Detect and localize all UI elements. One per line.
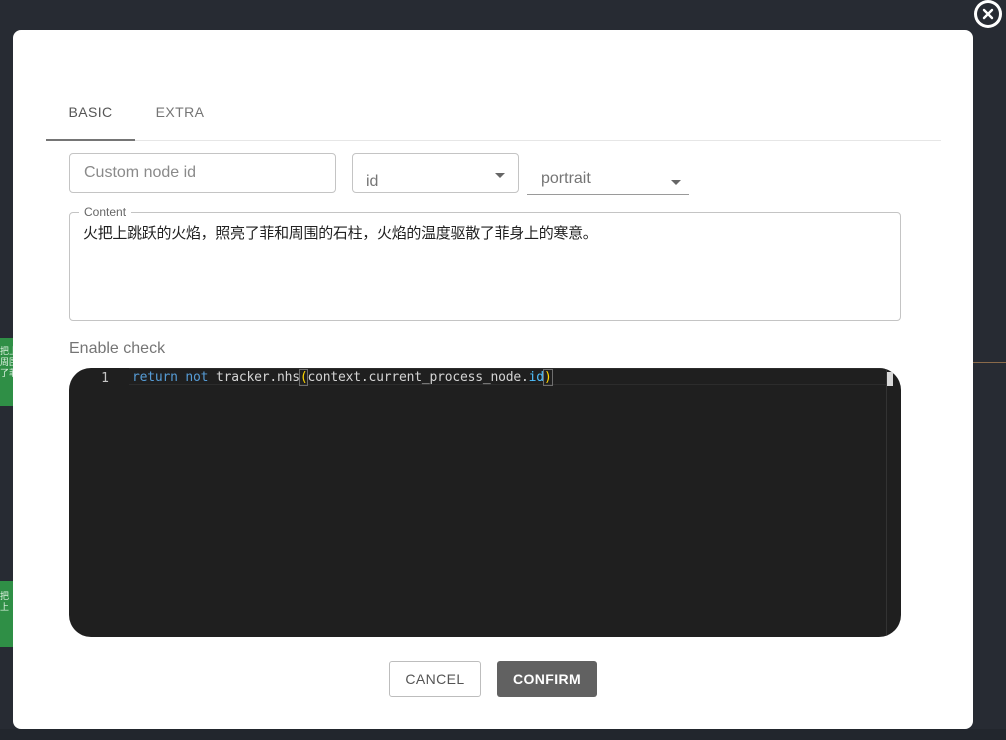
portrait-select[interactable]: portrait: [527, 153, 689, 195]
enable-check-code-editor[interactable]: 1 return not tracker.nhs(context.current…: [69, 368, 901, 637]
background-connector: [973, 362, 1006, 363]
editor-scroll-thumb[interactable]: [887, 372, 893, 386]
code-object: tracker.nhs: [215, 370, 300, 385]
node-edit-dialog: BASIC EXTRA id portrait Content 火把上跳跃的火焰…: [13, 30, 973, 729]
code-keyword-return: return: [132, 370, 178, 385]
line-number: 1: [101, 371, 109, 386]
code-line[interactable]: return not tracker.nhs(context.current_p…: [132, 369, 553, 386]
id-select-value: id: [366, 173, 379, 190]
code-property: id: [528, 370, 544, 385]
cancel-button[interactable]: CANCEL: [389, 661, 481, 697]
dropdown-arrow-icon: [671, 180, 681, 185]
tab-extra[interactable]: EXTRA: [135, 84, 225, 140]
id-select[interactable]: id: [352, 153, 519, 193]
code-keyword-not: not: [185, 370, 209, 385]
close-dialog-button[interactable]: [974, 0, 1002, 28]
content-label: Content: [79, 206, 132, 218]
code-close-paren: ): [542, 369, 553, 386]
background-node-text: 把上: [0, 591, 10, 612]
background-strip: [0, 729, 1006, 740]
close-icon: [977, 3, 999, 25]
background-node-card: 把上 周围 了菲: [0, 338, 13, 406]
portrait-select-value: portrait: [541, 170, 591, 187]
editor-scrollbar[interactable]: [886, 368, 901, 637]
confirm-button[interactable]: CONFIRM: [497, 661, 597, 697]
enable-check-label: Enable check: [69, 340, 166, 357]
custom-node-id-input[interactable]: [69, 153, 336, 193]
content-text: 火把上跳跃的火焰，照亮了菲和周围的石柱，火焰的温度驱散了菲身上的寒意。: [83, 224, 598, 242]
active-tab-indicator: [46, 139, 135, 141]
tab-basic[interactable]: BASIC: [46, 84, 135, 140]
tab-bar: BASIC EXTRA: [46, 84, 941, 141]
code-argument: context.current_process_node.: [307, 370, 529, 385]
dropdown-arrow-icon: [495, 173, 505, 178]
background-node-text: 把上 周围 了菲: [0, 346, 13, 378]
background-node-card: 把上: [0, 581, 13, 647]
content-textarea[interactable]: Content 火把上跳跃的火焰，照亮了菲和周围的石柱，火焰的温度驱散了菲身上的…: [69, 206, 901, 321]
